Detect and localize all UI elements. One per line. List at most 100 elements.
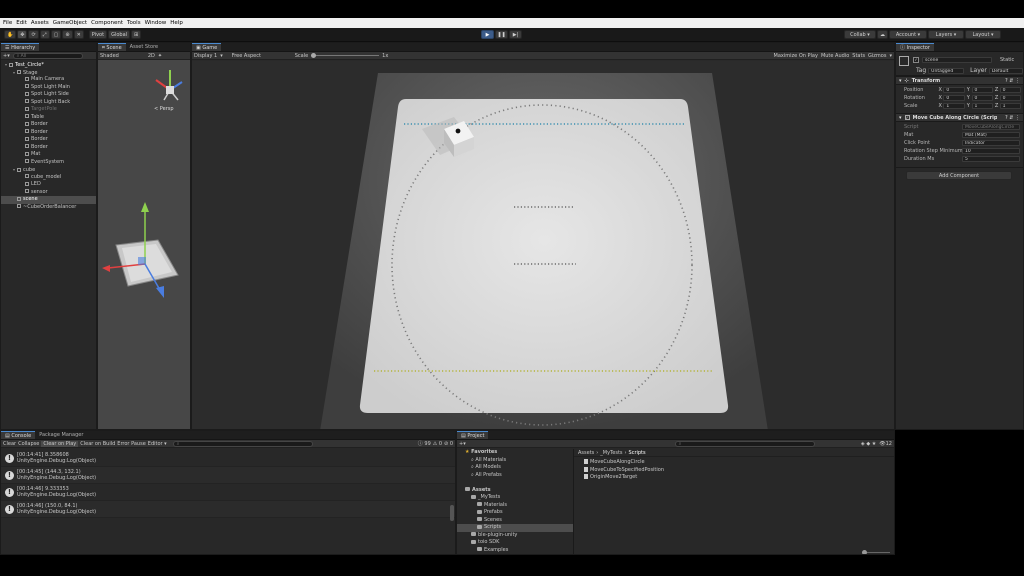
scene-gizmo-icon[interactable] [155,70,183,101]
hierarchy-item[interactable]: Table [1,114,96,122]
transform-x-field[interactable]: 1 [943,103,965,109]
hierarchy-item[interactable]: Spot Light Back [1,99,96,107]
tab-hierarchy[interactable]: ☰ Hierarchy [1,43,40,51]
tab-asset-store[interactable]: Asset Store [126,43,162,51]
transform-y-field[interactable]: 1 [971,103,993,109]
hierarchy-item[interactable]: Spot Light Main [1,84,96,92]
add-component-button[interactable]: Add Component [906,171,1012,180]
console-search[interactable]: ⌕ [172,440,313,447]
transform-z-field[interactable]: 0 [999,95,1022,101]
hierarchy-item[interactable]: ▾ cube [1,166,96,174]
gizmos-dropdown[interactable]: Gizmos [868,53,886,59]
transform-x-field[interactable]: 0 [943,95,965,101]
console-button-clear-on-play[interactable]: Clear on Play [41,440,79,447]
hierarchy-item[interactable]: ▾ Test_Circle* [1,61,96,69]
menu-file[interactable]: File [3,20,12,26]
hierarchy-item[interactable]: scene [1,196,96,204]
transform-z-field[interactable]: 0 [999,87,1022,93]
tab-game[interactable]: ▣ Game [192,43,222,51]
hierarchy-item[interactable]: ▾ Stage [1,69,96,77]
tab-project[interactable]: ▤ Project [457,431,489,439]
collab-dropdown[interactable]: Collab ▾ [844,30,876,39]
console-button-clear[interactable]: Clear [3,441,16,447]
console-log-entry[interactable]: ! [00:14:41] 8.358608 UnityEngine.Debug:Lo… [1,450,455,467]
console-log-entry[interactable]: ! [00:14:46] 9.333353 UnityEngine.Debug:Lo… [1,484,455,501]
script-file-item[interactable]: OriginMove2Target [584,474,894,482]
transform-header[interactable]: ▾ ⊹ Transform ? ⇵ ⋮ [896,76,1023,85]
step-button[interactable]: ▶| [509,30,522,39]
light-icon[interactable]: ✦ [158,53,162,59]
filter-icons[interactable]: ◈ ◆ ★ [861,441,876,447]
console-scrollbar[interactable] [450,505,454,521]
script-component-header[interactable]: ▾ ✓ Move Cube Along Circle (Script) ? ⇵ … [896,113,1023,122]
aspect-dropdown[interactable]: Free Aspect [232,53,288,59]
active-checkbox[interactable]: ✓ [913,57,919,63]
hand-tool-icon[interactable]: ✋ [4,30,17,39]
project-tree-item[interactable]: Assets [457,487,573,495]
transform-z-field[interactable]: 1 [999,103,1022,109]
component-menu-icon[interactable]: ? ⇵ ⋮ [1005,78,1020,84]
menu-edit[interactable]: Edit [16,20,27,26]
component-menu-icon[interactable]: ? ⇵ ⋮ [1005,115,1020,121]
project-tree-item[interactable]: ★ Favorites [457,449,573,457]
hierarchy-item[interactable]: TargetPole [1,106,96,114]
custom-tool-icon[interactable]: ✕ [73,30,84,39]
menu-component[interactable]: Component [91,20,123,26]
hierarchy-item[interactable]: sensor [1,189,96,197]
console-button-editor[interactable]: Editor ▾ [148,441,167,447]
transform-y-field[interactable]: 0 [971,87,993,93]
hierarchy-search[interactable]: ⌕ All [12,52,83,59]
console-log-entry[interactable]: ! [00:14:46] (150.0, 84.1) UnityEngine.Deb… [1,501,455,518]
project-tree-item[interactable]: Examples [457,547,573,555]
hierarchy-item[interactable]: LED [1,181,96,189]
script-file-item[interactable]: MoveCubeToSpecifiedPosition [584,466,894,475]
project-tree-item[interactable]: ⌕ All Models [457,464,573,472]
pivot-toggle[interactable]: Pivot [88,30,108,39]
static-toggle[interactable]: Static [1000,57,1014,63]
play-button[interactable]: ▶ [481,30,494,39]
breadcrumb-item[interactable]: _MyTests [600,450,622,456]
scale-slider[interactable] [311,53,380,58]
menu-window[interactable]: Window [145,20,167,26]
hierarchy-item[interactable]: cube_model [1,174,96,182]
script-field-value[interactable]: Mat (Mat) [962,132,1020,138]
project-tree-item[interactable]: _MyTests [457,494,573,502]
error-count[interactable]: ⊘ 0 [444,441,453,447]
rotate-tool-icon[interactable]: ⟳ [28,30,39,39]
console-button-collapse[interactable]: Collapse [18,441,39,447]
pause-button[interactable]: ❚❚ [495,30,508,39]
tab-inspector[interactable]: ⓘ Inspector [896,43,934,51]
rect-tool-icon[interactable]: ▢ [50,30,62,39]
menu-tools[interactable]: Tools [127,20,141,26]
tab-scene[interactable]: ⌗ Scene [98,43,126,51]
console-button-error-pause[interactable]: Error Pause [117,441,145,447]
menu-assets[interactable]: Assets [31,20,49,26]
cloud-icon[interactable]: ☁ [877,30,888,39]
stats-toggle[interactable]: Stats [852,53,865,59]
project-search[interactable]: ⌕ [674,440,815,447]
component-enabled-checkbox[interactable]: ✓ [904,115,910,120]
object-name-field[interactable]: scene [922,57,992,63]
layout-dropdown[interactable]: Layout ▾ [965,30,1001,39]
global-toggle[interactable]: Global [108,30,131,39]
hierarchy-item[interactable]: Main Camera [1,76,96,84]
scale-tool-icon[interactable]: ⤢ [39,30,50,39]
transform-tool-icon[interactable]: ⊕ [62,30,73,39]
hierarchy-item[interactable]: Border [1,121,96,129]
scene-viewport[interactable] [98,60,191,430]
transform-x-field[interactable]: 0 [943,87,965,93]
log-count[interactable]: ⓘ 99 [418,440,431,447]
tab-package-manager[interactable]: Package Manager [35,431,87,439]
persp-label[interactable]: < Persp [154,106,174,112]
console-button-clear-on-build[interactable]: Clear on Build [80,441,115,447]
maximize-on-play-toggle[interactable]: Maximize On Play [774,53,818,59]
breadcrumb-item[interactable]: Assets [578,450,594,456]
mute-audio-toggle[interactable]: Mute Audio [821,53,849,59]
hierarchy-item[interactable]: Mat [1,151,96,159]
script-file-item[interactable]: MoveCubeAlongCircle [584,459,894,467]
shading-dropdown[interactable]: Shaded [100,53,119,59]
project-tree-item[interactable]: ⌕ All Materials [457,457,573,465]
project-tree-item[interactable]: Prefabs [457,509,573,517]
move-tool-icon[interactable]: ✥ [17,30,28,39]
add-icon[interactable]: +▾ [3,53,10,59]
